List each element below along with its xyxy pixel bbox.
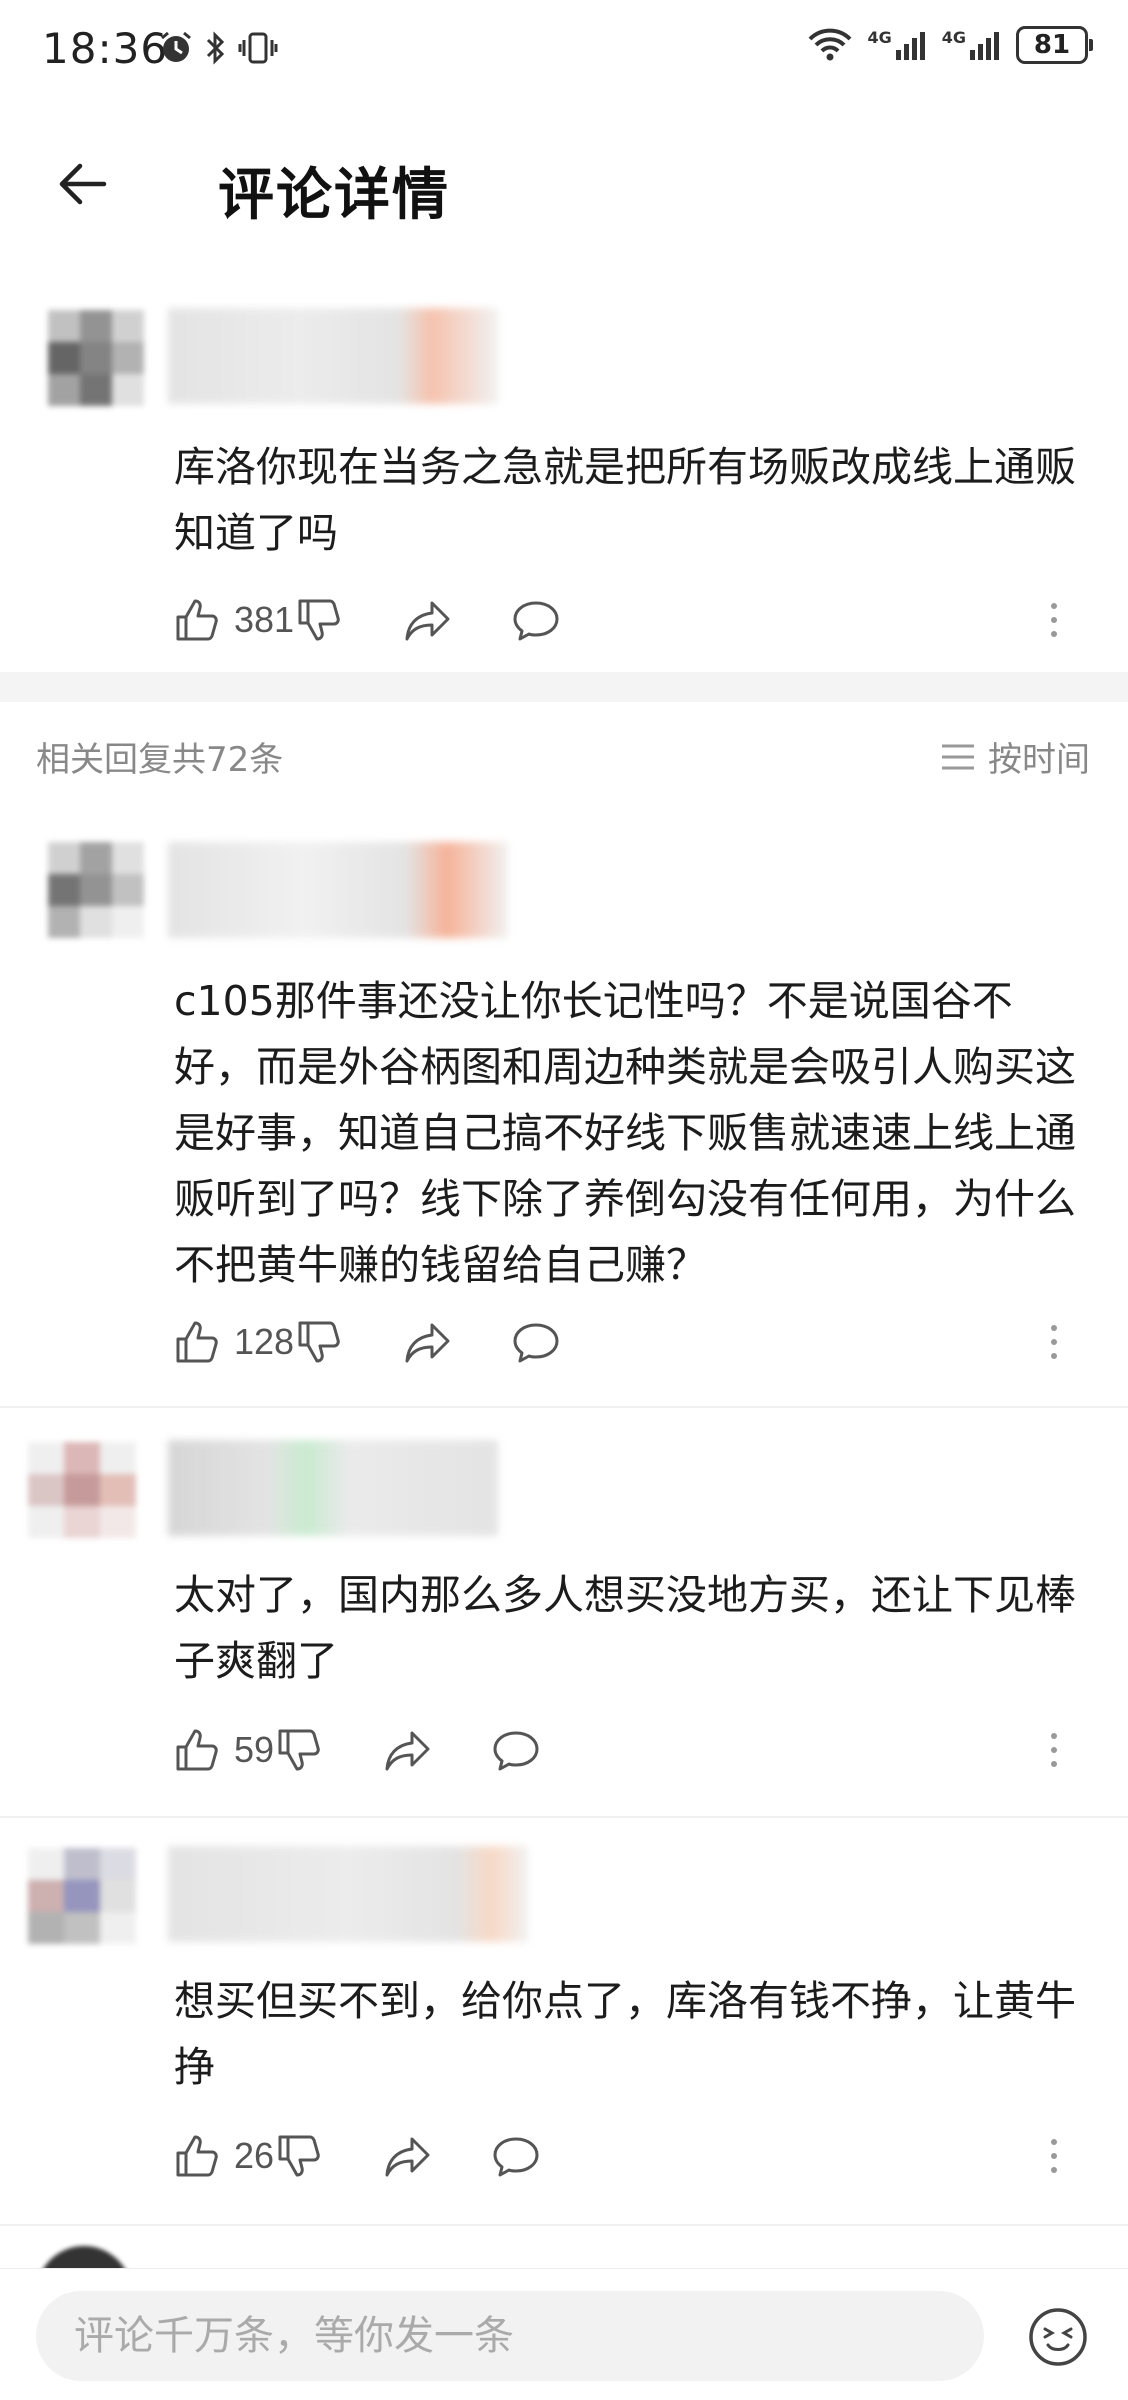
like-count: 128 bbox=[234, 1321, 295, 1362]
avatar[interactable] bbox=[28, 1442, 138, 1538]
comment-actions: 26 bbox=[174, 2126, 1104, 2186]
section-divider bbox=[0, 672, 1128, 702]
like-button[interactable]: 26 bbox=[174, 2126, 276, 2186]
status-left-icons bbox=[158, 30, 278, 66]
status-bar: 18:36 4G 4G 81 bbox=[0, 0, 1128, 100]
share-icon bbox=[405, 601, 450, 641]
share-icon bbox=[385, 1731, 430, 1771]
comment-input-bar: 评论千万条，等你发一条 bbox=[0, 2268, 1128, 2400]
avatar[interactable] bbox=[48, 310, 144, 406]
emoji-icon bbox=[1029, 2308, 1087, 2366]
share-icon bbox=[405, 1323, 450, 1363]
share-button[interactable] bbox=[404, 1312, 512, 1372]
more-options-button[interactable] bbox=[1044, 590, 1064, 650]
more-options-button[interactable] bbox=[1044, 2126, 1064, 2186]
arrow-left-icon bbox=[59, 163, 107, 205]
like-count: 381 bbox=[234, 599, 295, 640]
comment-actions: 381 bbox=[174, 590, 1104, 650]
replies-count: 相关回复共72条 bbox=[36, 740, 284, 780]
network-label-1: 4G bbox=[867, 28, 892, 47]
reply-item: 想买但买不到，给你点了，库洛有钱不挣，让黄牛挣 26 bbox=[0, 1836, 1128, 2226]
like-count: 26 bbox=[234, 2135, 275, 2176]
comment-actions: 128 bbox=[174, 1312, 1104, 1372]
page-title: 评论详情 bbox=[218, 163, 450, 228]
reply-button[interactable] bbox=[492, 2126, 572, 2186]
username-blurred[interactable] bbox=[168, 308, 498, 404]
username-blurred[interactable] bbox=[168, 1846, 528, 1942]
status-right-icons: 4G 4G 81 bbox=[807, 26, 1093, 64]
comment-input[interactable]: 评论千万条，等你发一条 bbox=[36, 2291, 984, 2381]
like-button[interactable]: 381 bbox=[174, 590, 296, 650]
like-button[interactable]: 128 bbox=[174, 1312, 296, 1372]
comment-actions: 59 bbox=[174, 1720, 1104, 1780]
reply-button[interactable] bbox=[512, 1312, 592, 1372]
vibrate-icon bbox=[238, 32, 278, 64]
comment-text: 太对了，国内那么多人想买没地方买，还让下见棒子爽翻了 bbox=[174, 1571, 1076, 1685]
username-blurred[interactable] bbox=[168, 842, 508, 938]
thumbs-down-icon bbox=[298, 599, 340, 641]
bluetooth-icon bbox=[206, 31, 225, 65]
like-count: 59 bbox=[234, 1729, 275, 1770]
chat-bubble-icon bbox=[493, 2137, 539, 2177]
list-icon bbox=[942, 744, 974, 769]
page-header: 评论详情 bbox=[0, 120, 1128, 244]
signal-2: 4G bbox=[942, 28, 1002, 62]
thumbs-up-icon bbox=[176, 599, 218, 641]
signal-bars-icon bbox=[970, 32, 999, 60]
dislike-button[interactable] bbox=[276, 1720, 384, 1780]
back-button[interactable] bbox=[52, 154, 112, 214]
share-button[interactable] bbox=[384, 1720, 492, 1780]
divider bbox=[0, 1406, 1128, 1408]
divider bbox=[0, 2224, 1128, 2226]
signal-bars-icon bbox=[895, 32, 925, 60]
battery-indicator: 81 bbox=[1016, 26, 1093, 64]
dislike-button[interactable] bbox=[276, 2126, 384, 2186]
main-comment: 库洛你现在当务之急就是把所有场贩改成线上通贩知道了吗 381 bbox=[0, 300, 1128, 672]
thumbs-up-icon bbox=[176, 1729, 218, 1771]
thumbs-up-icon bbox=[176, 2135, 218, 2177]
avatar[interactable] bbox=[28, 1848, 138, 1944]
signal-1: 4G bbox=[867, 28, 927, 62]
share-button[interactable] bbox=[404, 590, 512, 650]
sort-button[interactable]: 按时间 bbox=[940, 732, 1090, 781]
comment-text: c105那件事还没让你长记性吗？不是说国谷不好，而是外谷柄图和周边种类就是会吸引… bbox=[174, 977, 1076, 1289]
chat-bubble-icon bbox=[513, 601, 559, 641]
dislike-button[interactable] bbox=[296, 1312, 404, 1372]
alarm-icon bbox=[161, 31, 191, 62]
share-button[interactable] bbox=[384, 2126, 492, 2186]
share-icon bbox=[385, 2137, 430, 2177]
more-options-button[interactable] bbox=[1044, 1720, 1064, 1780]
thumbs-down-icon bbox=[278, 2135, 320, 2177]
chat-bubble-icon bbox=[513, 1323, 559, 1363]
avatar[interactable] bbox=[48, 842, 144, 938]
username-blurred[interactable] bbox=[168, 1440, 498, 1536]
chat-bubble-icon bbox=[493, 1731, 539, 1771]
wifi-icon bbox=[809, 28, 852, 61]
replies-header: 相关回复共72条 按时间 bbox=[0, 718, 1128, 790]
more-options-button[interactable] bbox=[1044, 1312, 1064, 1372]
reply-item: 太对了，国内那么多人想买没地方买，还让下见棒子爽翻了 59 bbox=[0, 1430, 1128, 1820]
dislike-button[interactable] bbox=[296, 590, 404, 650]
status-time: 18:36 bbox=[42, 24, 169, 73]
reply-button[interactable] bbox=[492, 1720, 572, 1780]
network-label-2: 4G bbox=[941, 28, 966, 47]
reply-button[interactable] bbox=[512, 590, 592, 650]
thumbs-down-icon bbox=[298, 1321, 340, 1363]
comment-text: 库洛你现在当务之急就是把所有场贩改成线上通贩知道了吗 bbox=[174, 443, 1076, 557]
divider bbox=[0, 1816, 1128, 1818]
reply-item: c105那件事还没让你长记性吗？不是说国谷不好，而是外谷柄图和周边种类就是会吸引… bbox=[0, 828, 1128, 1406]
like-button[interactable]: 59 bbox=[174, 1720, 276, 1780]
sort-label: 按时间 bbox=[988, 740, 1090, 780]
thumbs-up-icon bbox=[176, 1321, 218, 1363]
thumbs-down-icon bbox=[278, 1729, 320, 1771]
emoji-button[interactable] bbox=[1028, 2307, 1088, 2367]
comment-text: 想买但买不到，给你点了，库洛有钱不挣，让黄牛挣 bbox=[174, 1977, 1076, 2091]
